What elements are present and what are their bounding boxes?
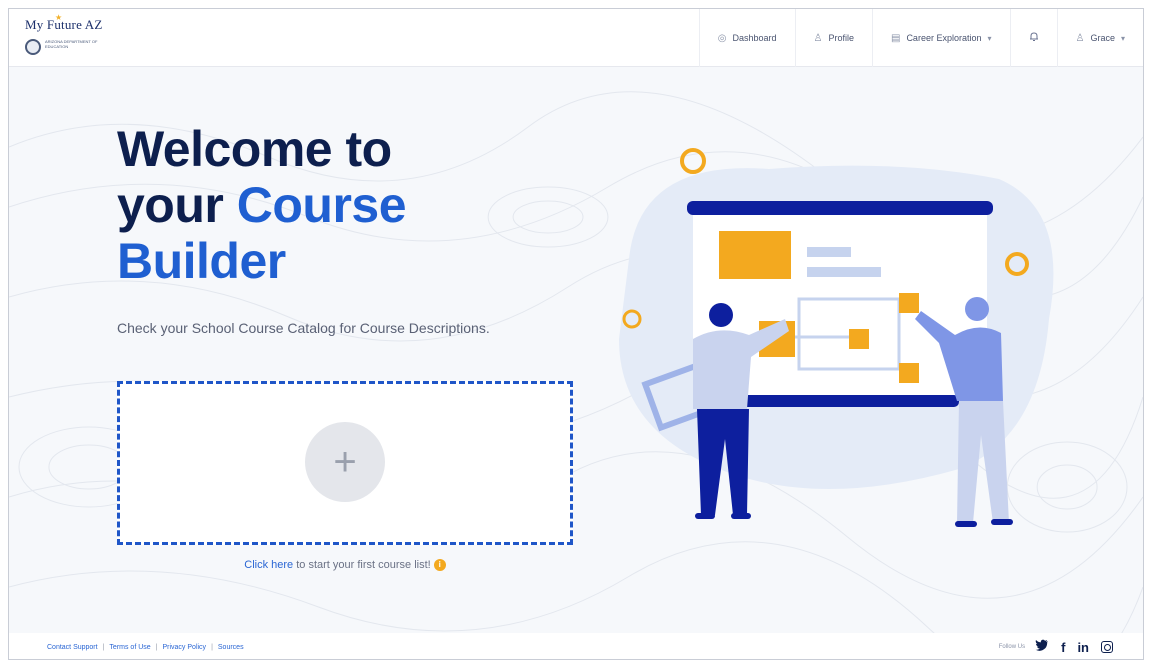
nav-dashboard[interactable]: ◎ Dashboard: [698, 9, 795, 67]
board-top-bar: [687, 201, 993, 215]
contact-support-link[interactable]: Contact Support: [47, 644, 98, 651]
footer-links: Contact Support | Terms of Use | Privacy…: [47, 644, 244, 651]
person-right-shoe: [991, 519, 1013, 525]
add-course-list-dropzone[interactable]: +: [117, 381, 573, 545]
chevron-down-icon: ▾: [1120, 33, 1125, 43]
hero-title-line1: Welcome to: [117, 121, 392, 177]
brand-logo[interactable]: My Future AZ ★ ARIZONA DEPARTMENT OF EDU…: [25, 13, 145, 61]
divider: |: [102, 643, 105, 651]
person-right-shoe: [955, 521, 977, 527]
privacy-policy-link[interactable]: Privacy Policy: [162, 644, 206, 651]
profile-icon: ♙: [813, 32, 823, 44]
sources-link[interactable]: Sources: [218, 644, 244, 651]
hero-title-line2-a: your: [117, 177, 237, 233]
brand-subtitle: ARIZONA DEPARTMENT OF EDUCATION: [45, 39, 98, 49]
hero-title-line3: Builder: [117, 233, 286, 289]
star-icon: ★: [55, 13, 63, 22]
user-icon: ♙: [1075, 32, 1085, 44]
person-left-shoe: [695, 513, 715, 519]
brand-name: My Future AZ: [25, 17, 103, 32]
nav-user-label: Grace: [1090, 33, 1115, 43]
board-node: [899, 293, 919, 313]
app-frame: My Future AZ ★ ARIZONA DEPARTMENT OF EDU…: [8, 8, 1144, 660]
board-line: [807, 247, 851, 257]
info-icon[interactable]: i: [433, 559, 446, 572]
hero-heading: Welcome to your Course Builder: [117, 121, 407, 289]
follow-us-label: Follow Us: [998, 644, 1026, 650]
person-right-head: [965, 297, 989, 321]
instagram-icon[interactable]: [1101, 641, 1113, 653]
course-builder-illustration: [619, 148, 1054, 527]
divider: |: [211, 643, 213, 651]
person-left-shoe: [731, 513, 751, 519]
board-bottom-bar: [719, 395, 959, 407]
ring-decoration: [680, 148, 706, 174]
hero-title-line2-b: Course: [236, 177, 407, 233]
facebook-icon[interactable]: f: [1061, 640, 1065, 655]
page-footer: Contact Support | Terms of Use | Privacy…: [9, 633, 1143, 659]
nav-user-menu[interactable]: ♙ Grace ▾: [1056, 9, 1144, 67]
nav-notifications[interactable]: [1009, 9, 1057, 67]
social-links: Follow Us f in: [999, 638, 1113, 656]
dashboard-icon: ◎: [717, 32, 727, 44]
chevron-down-icon: ▾: [987, 33, 992, 43]
twitter-icon[interactable]: [1035, 638, 1049, 656]
board-line: [807, 267, 881, 277]
nav-career-exploration[interactable]: ▤ Career Exploration ▾: [871, 9, 1010, 67]
seal-icon: [25, 39, 41, 55]
person-left-head: [709, 303, 733, 327]
terms-of-use-link[interactable]: Terms of Use: [109, 644, 150, 651]
nav-profile[interactable]: ♙ Profile: [794, 9, 872, 67]
start-course-text: to start your first course list!: [293, 559, 431, 571]
career-icon: ▤: [890, 32, 901, 44]
nav-career-label: Career Exploration: [906, 33, 982, 43]
main-nav: ◎ Dashboard ♙ Profile ▤ Career Explorati…: [698, 9, 1144, 67]
divider: |: [155, 643, 158, 651]
nav-dashboard-label: Dashboard: [732, 33, 777, 43]
board-node: [899, 363, 919, 383]
click-here-link[interactable]: Click here: [244, 559, 293, 571]
start-course-list-prompt: Click here to start your first course li…: [117, 559, 573, 572]
plus-icon[interactable]: +: [305, 422, 385, 502]
top-navbar: My Future AZ ★ ARIZONA DEPARTMENT OF EDU…: [9, 9, 1143, 67]
nav-profile-label: Profile: [828, 33, 854, 43]
board-orange-block: [719, 231, 791, 279]
bell-icon: [1029, 31, 1039, 45]
person-right-legs: [957, 401, 1009, 523]
hero-subtitle: Check your School Course Catalog for Cou…: [117, 320, 490, 336]
hero-title-line2: your Course: [117, 177, 407, 233]
board-node: [849, 329, 869, 349]
linkedin-icon[interactable]: in: [1077, 640, 1089, 655]
